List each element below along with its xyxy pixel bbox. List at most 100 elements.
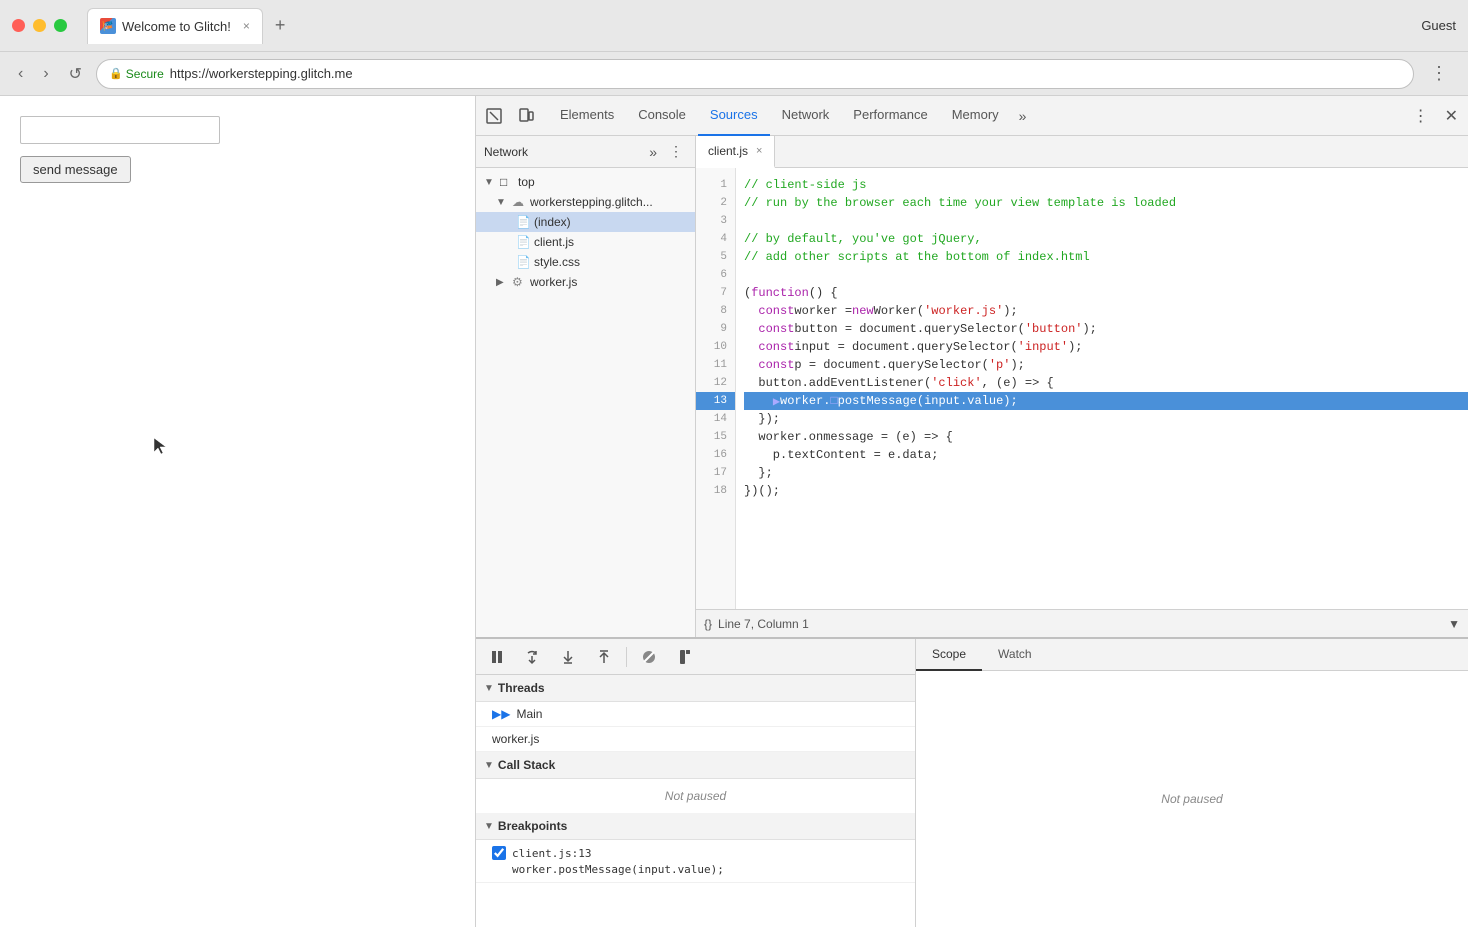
close-button[interactable]: [12, 19, 25, 32]
debug-content: ▼ Threads ▶▶ Main worker.js: [476, 675, 915, 927]
tree-item-index[interactable]: 📄 (index): [476, 212, 695, 232]
html-file-icon: 📄: [516, 215, 530, 229]
inspector-icon-button[interactable]: [480, 104, 508, 128]
back-button[interactable]: ‹: [12, 61, 29, 87]
message-input[interactable]: [20, 116, 220, 144]
code-line-14: });: [744, 410, 1468, 428]
threads-label: Threads: [498, 681, 545, 695]
threads-arrow: ▼: [484, 683, 494, 694]
webpage-area: send message: [0, 96, 475, 927]
pause-exceptions-button[interactable]: [671, 646, 699, 668]
step-over-button[interactable]: [518, 646, 546, 668]
tree-item-domain[interactable]: ▼ ☁ workerstepping.glitch...: [476, 192, 695, 212]
browser-tab[interactable]: 🎏 Welcome to Glitch! ×: [87, 8, 263, 44]
line-numbers: 1 2 3 4 5 6 7 8 9 10 11: [696, 168, 736, 609]
code-line-17: };: [744, 464, 1468, 482]
tab-memory[interactable]: Memory: [940, 96, 1011, 136]
code-line-11: const p = document.querySelector('p');: [744, 356, 1468, 374]
line-num-11: 11: [696, 356, 735, 374]
curly-braces-icon: {}: [704, 617, 712, 631]
breakpoint-item-1[interactable]: client.js:13 worker.postMessage(input.va…: [476, 840, 915, 883]
worker-icon: ⚙: [512, 275, 526, 289]
send-message-button[interactable]: send message: [20, 156, 131, 183]
line-num-15: 15: [696, 428, 735, 446]
file-panel-expand-button[interactable]: »: [645, 142, 661, 162]
file-panel-more-button[interactable]: ⋮: [665, 141, 687, 162]
watch-tab[interactable]: Watch: [982, 639, 1048, 671]
tab-more-button[interactable]: »: [1011, 102, 1035, 130]
code-line-13: ▶worker.□postMessage(input.value);: [744, 392, 1468, 410]
new-tab-button[interactable]: +: [267, 11, 294, 40]
call-stack-section-header[interactable]: ▼ Call Stack: [476, 752, 915, 779]
step-into-button[interactable]: [554, 646, 582, 668]
file-panel-header: Network » ⋮: [476, 136, 695, 168]
tab-close-button[interactable]: ×: [243, 19, 250, 33]
devtools-panel: Elements Console Sources Network Perform…: [475, 96, 1468, 927]
tree-arrow-top: ▼: [484, 177, 496, 188]
line-num-6: 6: [696, 266, 735, 284]
tab-console[interactable]: Console: [626, 96, 698, 136]
line-num-9: 9: [696, 320, 735, 338]
code-line-4: // by default, you've got jQuery,: [744, 230, 1468, 248]
devtools-more-button[interactable]: ⋮: [1407, 102, 1435, 130]
secure-text: Secure: [126, 67, 164, 81]
forward-button[interactable]: ›: [37, 61, 54, 87]
devtools-tabs: Elements Console Sources Network Perform…: [544, 96, 1403, 136]
address-bar[interactable]: 🔒 Secure https://workerstepping.glitch.m…: [96, 59, 1414, 89]
line-num-16: 16: [696, 446, 735, 464]
tab-elements[interactable]: Elements: [548, 96, 626, 136]
tree-item-top[interactable]: ▼ □ top: [476, 172, 695, 192]
worker-thread-label: worker.js: [492, 732, 539, 746]
tab-network[interactable]: Network: [770, 96, 842, 136]
devtools-toolbar-right: ⋮ ✕: [1407, 102, 1464, 130]
worker-thread-item[interactable]: worker.js: [476, 727, 915, 752]
tree-item-client-js[interactable]: 📄 client.js: [476, 232, 695, 252]
cursor: [150, 436, 170, 461]
browser-more-button[interactable]: ⋮: [1422, 59, 1456, 88]
code-tab-label: client.js: [708, 144, 748, 158]
breakpoint-checkbox-1[interactable]: [492, 846, 506, 860]
maximize-button[interactable]: [54, 19, 67, 32]
status-bar: {} Line 7, Column 1 ▼: [696, 609, 1468, 637]
tree-item-worker-js[interactable]: ▶ ⚙ worker.js: [476, 272, 695, 292]
scope-content: Not paused: [916, 671, 1468, 927]
breakpoints-section-header[interactable]: ▼ Breakpoints: [476, 813, 915, 840]
title-bar: 🎏 Welcome to Glitch! × + Guest: [0, 0, 1468, 52]
devtools-close-button[interactable]: ✕: [1439, 102, 1464, 130]
code-line-9: const button = document.querySelector('b…: [744, 320, 1468, 338]
threads-section-header[interactable]: ▼ Threads: [476, 675, 915, 702]
tab-bar: 🎏 Welcome to Glitch! × +: [75, 8, 1413, 44]
deactivate-button[interactable]: [635, 646, 663, 668]
devtools-top: Network » ⋮ ▼ □ top: [476, 136, 1468, 637]
status-expand-button[interactable]: ▼: [1448, 617, 1460, 631]
line-num-10: 10: [696, 338, 735, 356]
main-thread-item[interactable]: ▶▶ Main: [476, 702, 915, 727]
scope-tab[interactable]: Scope: [916, 639, 982, 671]
code-tab-client-js[interactable]: client.js ×: [696, 136, 775, 168]
tree-arrow-worker: ▶: [496, 277, 508, 288]
debug-toolbar: [476, 639, 915, 675]
url-text[interactable]: https://workerstepping.glitch.me: [170, 66, 353, 81]
breakpoint-code-1: worker.postMessage(input.value);: [512, 863, 724, 876]
tab-performance[interactable]: Performance: [841, 96, 939, 136]
line-num-1: 1: [696, 176, 735, 194]
code-line-1-text: // client-side js: [744, 178, 866, 192]
code-content[interactable]: 1 2 3 4 5 6 7 8 9 10 11: [696, 168, 1468, 609]
step-out-button[interactable]: [590, 646, 618, 668]
tree-label-index: (index): [534, 215, 571, 229]
debug-separator: [626, 647, 627, 667]
js-file-icon: 📄: [516, 235, 530, 249]
call-stack-label: Call Stack: [498, 758, 555, 772]
device-toggle-button[interactable]: [512, 104, 540, 128]
status-text: Line 7, Column 1: [718, 617, 809, 631]
minimize-button[interactable]: [33, 19, 46, 32]
lock-icon: 🔒: [109, 67, 123, 80]
scope-not-paused: Not paused: [1151, 782, 1232, 816]
code-tab-close[interactable]: ×: [756, 145, 762, 157]
tree-item-style-css[interactable]: 📄 style.css: [476, 252, 695, 272]
tab-sources[interactable]: Sources: [698, 96, 770, 136]
pause-button[interactable]: [484, 647, 510, 667]
reload-button[interactable]: ↺: [63, 60, 88, 88]
tree-arrow-domain: ▼: [496, 197, 508, 208]
main-thread-arrow: ▶▶: [492, 707, 510, 721]
